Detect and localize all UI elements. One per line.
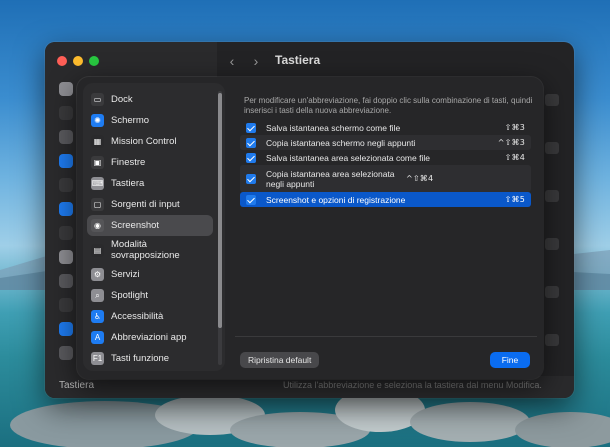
shortcut-label: Copia istantanea schermo negli appunti xyxy=(266,137,416,148)
shortcut-content: Per modificare un'abbreviazione, fai dop… xyxy=(237,77,537,379)
chevron-right-icon: › xyxy=(253,53,259,69)
sidebar-item-keyboard[interactable]: Tastiera xyxy=(59,380,94,391)
restore-defaults-button[interactable]: Ripristina default xyxy=(240,352,320,368)
shortcut-list: Salva istantanea schermo come file ⇧⌘3 Cop… xyxy=(240,120,531,207)
category-label: Spotlight xyxy=(111,290,148,301)
scrollbar-thumb[interactable] xyxy=(218,93,222,328)
done-button[interactable]: Fine xyxy=(490,352,530,368)
zoom-button[interactable] xyxy=(89,56,99,66)
category-label: Sorgenti di input xyxy=(111,199,180,210)
category-label: Tastiera xyxy=(111,178,145,189)
settings-sidebar-icons xyxy=(59,82,75,370)
category-label: Mission Control xyxy=(111,136,177,147)
shortcut-keys[interactable]: ⇧⌘5 xyxy=(505,195,525,204)
shortcut-categories: ▭ Dock ✺ Schermo ▦ Mission Control ▣ Finestre ⌨ T… xyxy=(83,83,225,371)
shortcut-row[interactable]: Salva istantanea area selezionata come f… xyxy=(240,150,531,165)
dock-icon: ▭ xyxy=(91,93,104,106)
shortcut-keys[interactable]: ^⇧⌘3 xyxy=(498,138,525,147)
shortcut-label: Salva istantanea schermo come file xyxy=(266,122,401,133)
category-label: Tasti funzione xyxy=(111,353,170,364)
category-item[interactable]: ✺ Schermo xyxy=(87,110,213,131)
shortcut-keys[interactable]: ⇧⌘3 xyxy=(505,123,525,132)
forward-button[interactable]: › xyxy=(245,50,267,72)
spotlight-icon: ⌕ xyxy=(91,289,104,302)
minimize-button[interactable] xyxy=(73,56,83,66)
category-item[interactable]: A Abbreviazioni app xyxy=(87,327,213,348)
category-item[interactable]: ⇧Tasti modificatori xyxy=(87,369,213,371)
category-label: Servizi xyxy=(111,269,140,280)
category-scrollbar[interactable] xyxy=(218,91,222,365)
category-label: Finestre xyxy=(111,157,146,168)
shortcut-checkbox[interactable] xyxy=(246,152,256,163)
keyboard-shortcuts-sheet: ▭ Dock ✺ Schermo ▦ Mission Control ▣ Finestre ⌨ T… xyxy=(77,77,543,379)
input-sources-icon: ▢ xyxy=(91,198,104,211)
app-shortcuts-icon: A xyxy=(91,331,104,344)
category-item[interactable]: F1 Tasti funzione xyxy=(87,348,213,369)
close-button[interactable] xyxy=(57,56,67,66)
shortcut-checkbox[interactable] xyxy=(246,137,256,148)
back-button[interactable]: ‹ xyxy=(221,50,243,72)
windows-icon: ▣ xyxy=(91,156,104,169)
category-list: ▭ Dock ✺ Schermo ▦ Mission Control ▣ Finestre ⌨ T… xyxy=(87,89,213,371)
shortcut-row[interactable]: Salva istantanea schermo come file ⇧⌘3 xyxy=(240,120,531,135)
category-item[interactable]: ⌨ Tastiera xyxy=(87,173,213,194)
category-label: Accessibilità xyxy=(111,311,164,322)
category-label: Dock xyxy=(111,94,133,105)
shortcut-label: Salva istantanea area selezionata come f… xyxy=(266,152,430,163)
settings-right-controls xyxy=(545,94,561,382)
category-label: Abbreviazioni app xyxy=(111,332,187,343)
category-item[interactable]: ▣ Finestre xyxy=(87,152,213,173)
category-item[interactable]: ▤ Modalità sovrapposizione xyxy=(87,236,213,264)
shortcut-checkbox[interactable] xyxy=(246,173,256,184)
settings-footer: Tastiera Utilizza l'abbreviazione e sele… xyxy=(45,376,574,398)
accessibility-icon: ♿ xyxy=(91,310,104,323)
screenshot-icon: ◉ xyxy=(91,219,104,232)
category-item[interactable]: ⚙ Servizi xyxy=(87,264,213,285)
category-label: Schermo xyxy=(111,115,150,126)
category-label: Modalità sovrapposizione xyxy=(111,239,180,261)
overlay-mode-icon: ▤ xyxy=(91,243,104,257)
shortcut-row[interactable]: Copia istantanea schermo negli appunti ^⇧… xyxy=(240,135,531,150)
services-icon: ⚙ xyxy=(91,268,104,281)
shortcut-label: Copia istantanea area selezionata negli … xyxy=(266,168,395,189)
category-item[interactable]: ▢ Sorgenti di input xyxy=(87,194,213,215)
keyboard-icon: ⌨ xyxy=(91,177,104,190)
category-item[interactable]: ▭ Dock xyxy=(87,89,213,110)
shortcut-row[interactable]: Screenshot e opzioni di registrazione ⇧⌘5 xyxy=(240,192,531,207)
shortcut-description: Per modificare un'abbreviazione, fai dop… xyxy=(244,96,533,115)
shortcut-label: Screenshot e opzioni di registrazione xyxy=(266,194,406,205)
shortcut-keys[interactable]: ⇧⌘4 xyxy=(505,153,525,162)
shortcut-checkbox[interactable] xyxy=(246,194,256,205)
mission-control-icon: ▦ xyxy=(91,135,104,148)
shortcut-keys[interactable]: ^⇧⌘4 xyxy=(406,174,433,183)
shortcut-checkbox[interactable] xyxy=(246,122,256,133)
function-keys-icon: F1 xyxy=(91,352,104,365)
category-item[interactable]: ⌕ Spotlight xyxy=(87,285,213,306)
category-item[interactable]: ◉ Screenshot xyxy=(87,215,213,236)
sheet-divider xyxy=(235,336,537,337)
category-label: Screenshot xyxy=(111,220,160,231)
chevron-left-icon: ‹ xyxy=(229,53,235,69)
shortcut-row[interactable]: Copia istantanea area selezionata negli … xyxy=(240,165,531,192)
category-item[interactable]: ♿ Accessibilità xyxy=(87,306,213,327)
window-title: Tastiera xyxy=(275,53,321,67)
display-icon: ✺ xyxy=(91,114,104,127)
footer-hint: Utilizza l'abbreviazione e seleziona la … xyxy=(283,380,542,390)
category-item[interactable]: ▦ Mission Control xyxy=(87,131,213,152)
